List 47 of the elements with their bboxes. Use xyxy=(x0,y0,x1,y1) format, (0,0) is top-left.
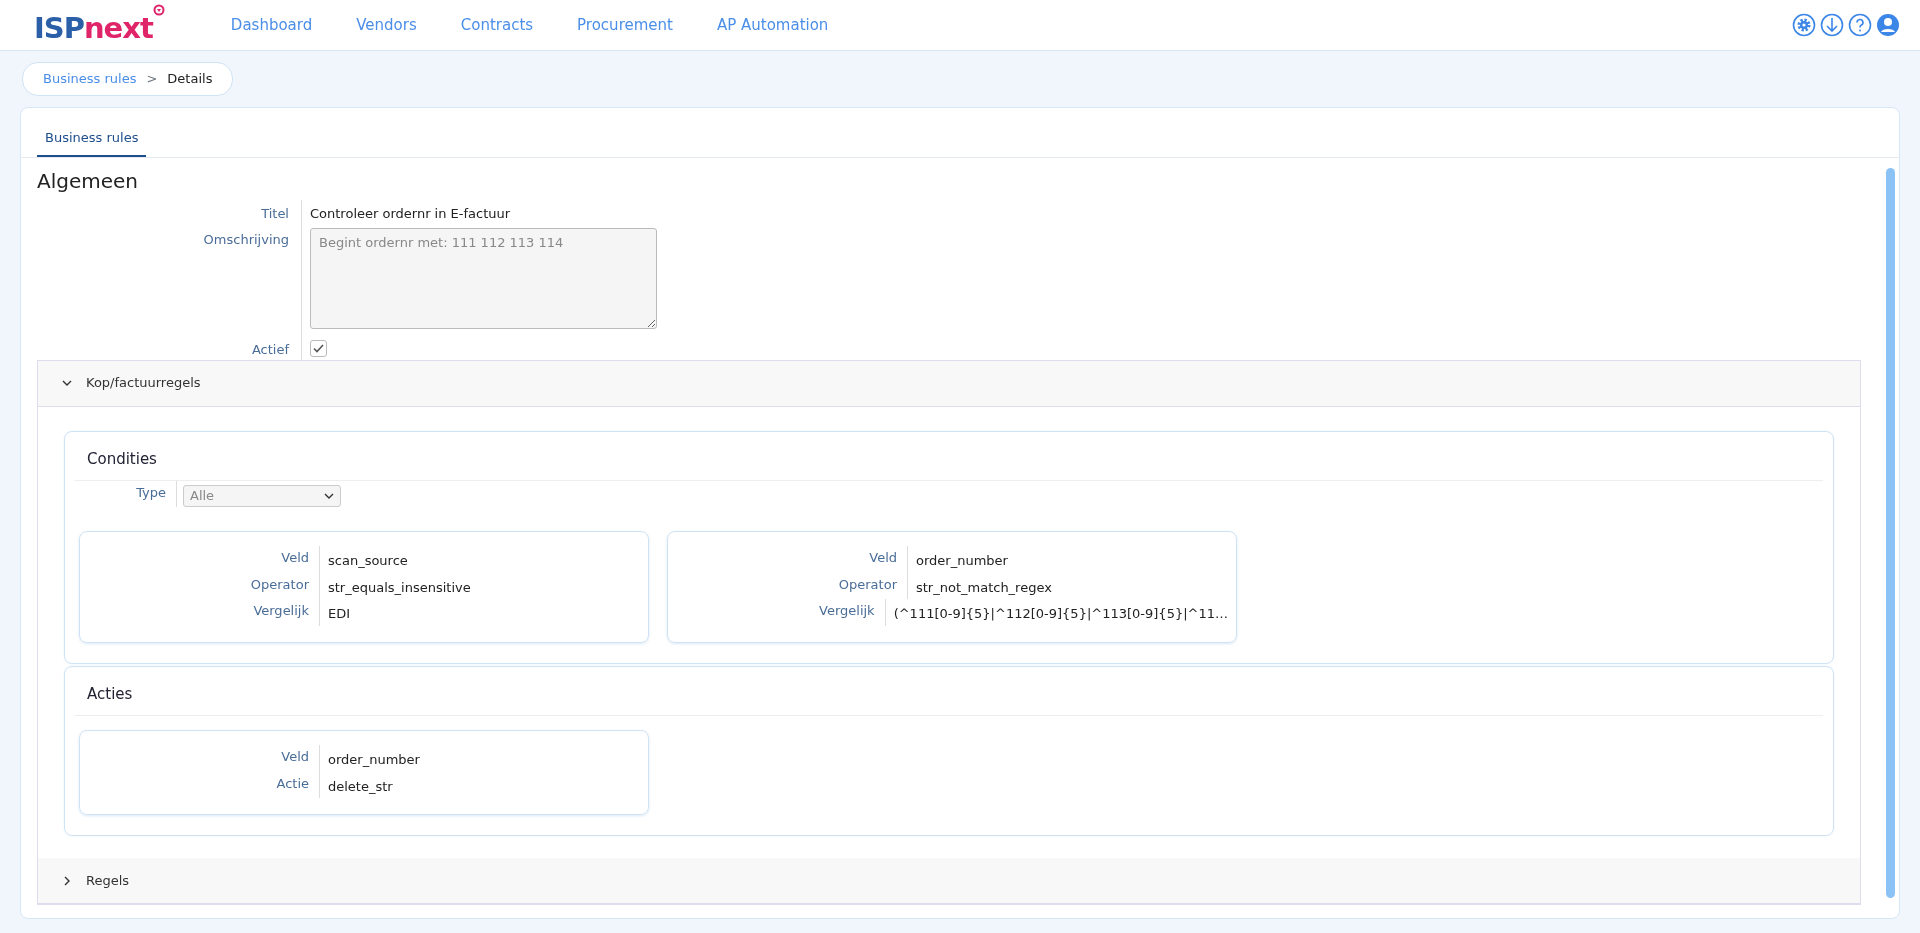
chevron-down-icon xyxy=(62,378,72,388)
field-label: Omschrijving xyxy=(37,225,302,336)
field-label: Operator xyxy=(80,572,320,599)
field-value: order_number xyxy=(915,552,1009,570)
settings-icon[interactable] xyxy=(1792,13,1816,37)
accordion-header[interactable]: Regels xyxy=(38,858,1860,904)
field-label: Actief xyxy=(37,336,302,360)
breadcrumb-separator: > xyxy=(146,70,158,88)
check-icon xyxy=(313,344,324,353)
field-value: order_number xyxy=(327,751,421,769)
field-value: str_not_match_regex xyxy=(915,578,1053,597)
chevron-right-icon xyxy=(62,875,72,886)
field-label: Vergelijk xyxy=(668,599,886,626)
user-icon[interactable] xyxy=(1876,13,1900,37)
field-value: (^111[0-9]{5}|^112[0-9]{5}|^113[0-9]{5}|^11… xyxy=(892,605,1229,623)
type-dropdown[interactable]: Alle xyxy=(183,485,341,507)
help-icon[interactable] xyxy=(1848,13,1872,37)
field-label: Veld xyxy=(80,546,320,573)
field-value: Controleer ordernr in E-factuur xyxy=(310,206,511,221)
breadcrumb-link[interactable]: Business rules xyxy=(43,69,137,89)
field-label: Operator xyxy=(668,572,908,599)
nav-link[interactable]: Procurement xyxy=(577,13,673,37)
field-label: Veld xyxy=(80,745,320,772)
scrollbar-thumb[interactable] xyxy=(1886,167,1895,898)
field-label: Vergelijk xyxy=(80,599,320,626)
section-heading: Algemeen xyxy=(37,168,139,195)
caret-icon xyxy=(324,491,334,501)
nav-link[interactable]: Contracts xyxy=(460,13,534,37)
nav-link[interactable]: Vendors xyxy=(356,13,417,37)
field-label: Veld xyxy=(668,546,908,573)
field-value: scan_source xyxy=(327,552,409,570)
field-value: delete_str xyxy=(327,777,394,796)
tab[interactable]: Business rules xyxy=(37,121,147,157)
download-icon[interactable] xyxy=(1820,13,1844,37)
nav-link[interactable]: AP Automation xyxy=(716,13,829,37)
logo: ISPnext xyxy=(34,2,165,48)
field-value: str_equals_insensitive xyxy=(327,578,472,597)
accordion-header[interactable]: Kop/factuurregels xyxy=(38,360,1860,407)
field-label: Titel xyxy=(37,200,302,226)
nav-link[interactable]: Dashboard xyxy=(230,13,313,37)
field-value: EDI xyxy=(327,605,352,623)
group-title: Acties xyxy=(75,670,1823,716)
group-title: Condities xyxy=(75,435,1823,481)
breadcrumb-current: Details xyxy=(167,70,213,88)
active-checkbox[interactable] xyxy=(310,340,327,357)
field-label: Actie xyxy=(80,771,320,798)
field-label: Type xyxy=(75,481,177,507)
